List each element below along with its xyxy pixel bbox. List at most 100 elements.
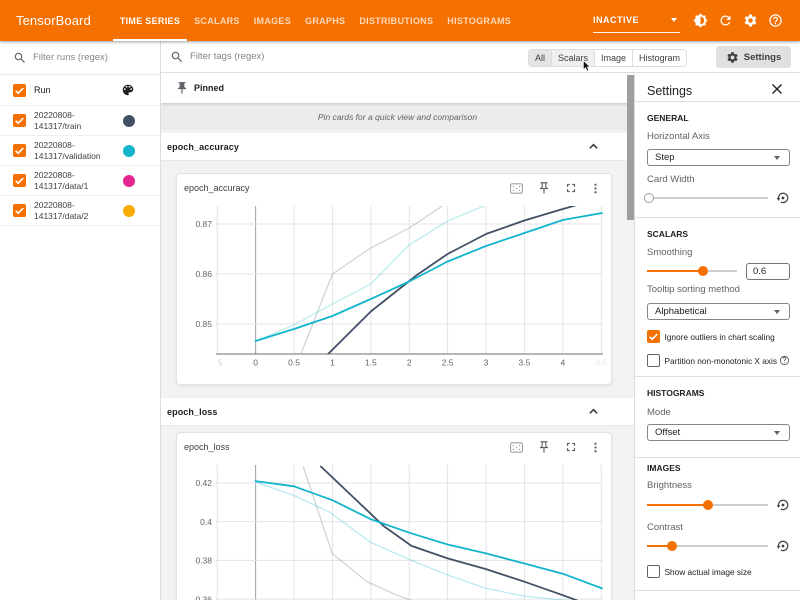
run-color-dot[interactable]	[123, 175, 135, 187]
brightness-slider[interactable]	[647, 504, 768, 506]
section-title: epoch_accuracy	[167, 142, 239, 152]
tags-filter-input[interactable]	[190, 51, 430, 62]
run-color-dot[interactable]	[123, 115, 135, 127]
show-actual-size-label: Show actual image size	[665, 567, 752, 577]
contrast-slider[interactable]	[647, 545, 768, 547]
fit-domain-icon[interactable]	[509, 440, 524, 455]
card-header: epoch_loss	[177, 433, 611, 461]
run-checkbox[interactable]	[13, 114, 26, 127]
run-select-all-checkbox[interactable]	[13, 84, 26, 97]
fit-domain-icon[interactable]	[509, 181, 524, 196]
tab-graphs[interactable]: GRAPHS	[298, 0, 352, 41]
check-icon	[13, 144, 26, 157]
horizontal-axis-select[interactable]: Step	[647, 149, 790, 166]
smoothing-value-input[interactable]: 0.6	[746, 263, 790, 280]
settings-button-label: Settings	[744, 52, 781, 63]
settings-panel-title: Settings	[647, 84, 692, 98]
partition-x-axis-checkbox[interactable]	[647, 354, 660, 367]
show-actual-size-checkbox[interactable]	[647, 565, 660, 578]
main-tabs: TIME SERIES SCALARS IMAGES GRAPHS DISTRI…	[113, 0, 518, 41]
run-row-train[interactable]: 20220808-141317/train	[0, 106, 160, 136]
svg-text:2: 2	[407, 358, 412, 368]
epoch-loss-chart[interactable]: 0.360.380.40.4200.511.522.533.54	[177, 461, 611, 600]
page-body: Run 20220808-141317/train 20220808-14131…	[0, 41, 800, 600]
divider	[635, 101, 800, 102]
fullscreen-icon[interactable]	[564, 440, 578, 454]
tensorboard-app: TensorBoard TIME SERIES SCALARS IMAGES G…	[0, 0, 800, 600]
pin-hint-strip: Pin cards for a quick view and compariso…	[161, 103, 634, 130]
runs-filter-input[interactable]	[33, 52, 152, 63]
help-icon[interactable]	[768, 13, 783, 28]
card-zone-epoch-accuracy: epoch_accuracy 0.850.860.8700.511.522.53…	[161, 161, 634, 398]
fullscreen-icon[interactable]	[564, 181, 578, 195]
chevron-down-icon	[774, 431, 780, 435]
run-color-dot[interactable]	[123, 205, 135, 217]
chevron-down-icon	[671, 18, 677, 22]
check-icon	[13, 114, 26, 127]
run-row-validation[interactable]: 20220808-141317/validation	[0, 136, 160, 166]
brightness-toggle-icon[interactable]	[693, 13, 708, 28]
palette-icon[interactable]	[121, 83, 135, 97]
section-header-epoch-loss[interactable]: epoch_loss	[161, 398, 634, 426]
card-width-slider[interactable]	[647, 197, 768, 199]
reset-icon[interactable]	[776, 191, 790, 205]
search-icon	[170, 50, 184, 64]
chevron-up-icon[interactable]	[588, 141, 600, 153]
tab-images[interactable]: IMAGES	[247, 0, 298, 41]
contrast-slider-row	[647, 539, 790, 553]
ignore-outliers-checkbox[interactable]	[647, 330, 660, 343]
help-icon[interactable]	[779, 355, 790, 366]
svg-text:0.4: 0.4	[200, 517, 212, 527]
vertical-scrollbar[interactable]	[627, 75, 634, 220]
run-checkbox[interactable]	[13, 204, 26, 217]
settings-panel-header: Settings	[647, 73, 790, 101]
divider	[635, 457, 800, 458]
tab-time-series[interactable]: TIME SERIES	[113, 0, 187, 41]
reset-icon[interactable]	[776, 498, 790, 512]
run-color-dot[interactable]	[123, 145, 135, 157]
slider-thumb[interactable]	[667, 541, 677, 551]
ignore-outliers-label: Ignore outliers in chart scaling	[665, 332, 775, 342]
section-header-epoch-accuracy[interactable]: epoch_accuracy	[161, 133, 634, 161]
more-menu-icon[interactable]	[589, 441, 602, 454]
gear-icon[interactable]	[743, 13, 758, 28]
smoothing-slider[interactable]	[647, 270, 737, 272]
card-width-label: Card Width	[647, 174, 790, 185]
slider-thumb[interactable]	[703, 500, 713, 510]
run-row-data2[interactable]: 20220808-141317/data/2	[0, 196, 160, 226]
epoch-accuracy-chart[interactable]: 0.850.860.8700.511.522.533.5454.5	[177, 202, 611, 384]
run-checkbox[interactable]	[13, 174, 26, 187]
slider-thumb[interactable]	[644, 193, 654, 203]
svg-text:1: 1	[330, 358, 335, 368]
cards-scroll-area: Pinned Pin cards for a quick view and co…	[161, 73, 634, 600]
settings-button[interactable]: Settings	[716, 46, 791, 68]
svg-text:1.5: 1.5	[365, 358, 377, 368]
tab-scalars[interactable]: SCALARS	[187, 0, 247, 41]
more-menu-icon[interactable]	[589, 182, 602, 195]
run-checkbox[interactable]	[13, 144, 26, 157]
section-title: epoch_loss	[167, 407, 218, 417]
reload-status-select[interactable]: INACTIVE	[593, 9, 680, 33]
histogram-mode-select[interactable]: Offset	[647, 424, 790, 441]
pin-outline-icon[interactable]	[537, 440, 551, 454]
svg-text:3.5: 3.5	[519, 358, 531, 368]
tooltip-sorting-select[interactable]: Alphabetical	[647, 303, 790, 320]
chip-all[interactable]: All	[529, 50, 552, 66]
chevron-up-icon[interactable]	[588, 406, 600, 418]
close-icon[interactable]	[771, 83, 783, 95]
tab-distributions[interactable]: DISTRIBUTIONS	[352, 0, 440, 41]
refresh-icon[interactable]	[718, 13, 733, 28]
chip-scalars[interactable]: Scalars	[552, 50, 595, 66]
svg-text:4.5: 4.5	[595, 358, 607, 368]
slider-thumb[interactable]	[698, 266, 708, 276]
chip-image[interactable]: Image	[595, 50, 633, 66]
reset-icon[interactable]	[776, 539, 790, 553]
pin-outline-icon[interactable]	[537, 181, 551, 195]
horizontal-axis-label: Horizontal Axis	[647, 131, 790, 142]
run-name: 20220808-141317/data/1	[34, 170, 88, 192]
pin-hint-text: Pin cards for a quick view and compariso…	[318, 112, 477, 122]
svg-text:0.87: 0.87	[195, 219, 212, 229]
tab-histograms[interactable]: HISTOGRAMS	[440, 0, 518, 41]
run-row-data1[interactable]: 20220808-141317/data/1	[0, 166, 160, 196]
chip-histogram[interactable]: Histogram	[633, 50, 686, 66]
